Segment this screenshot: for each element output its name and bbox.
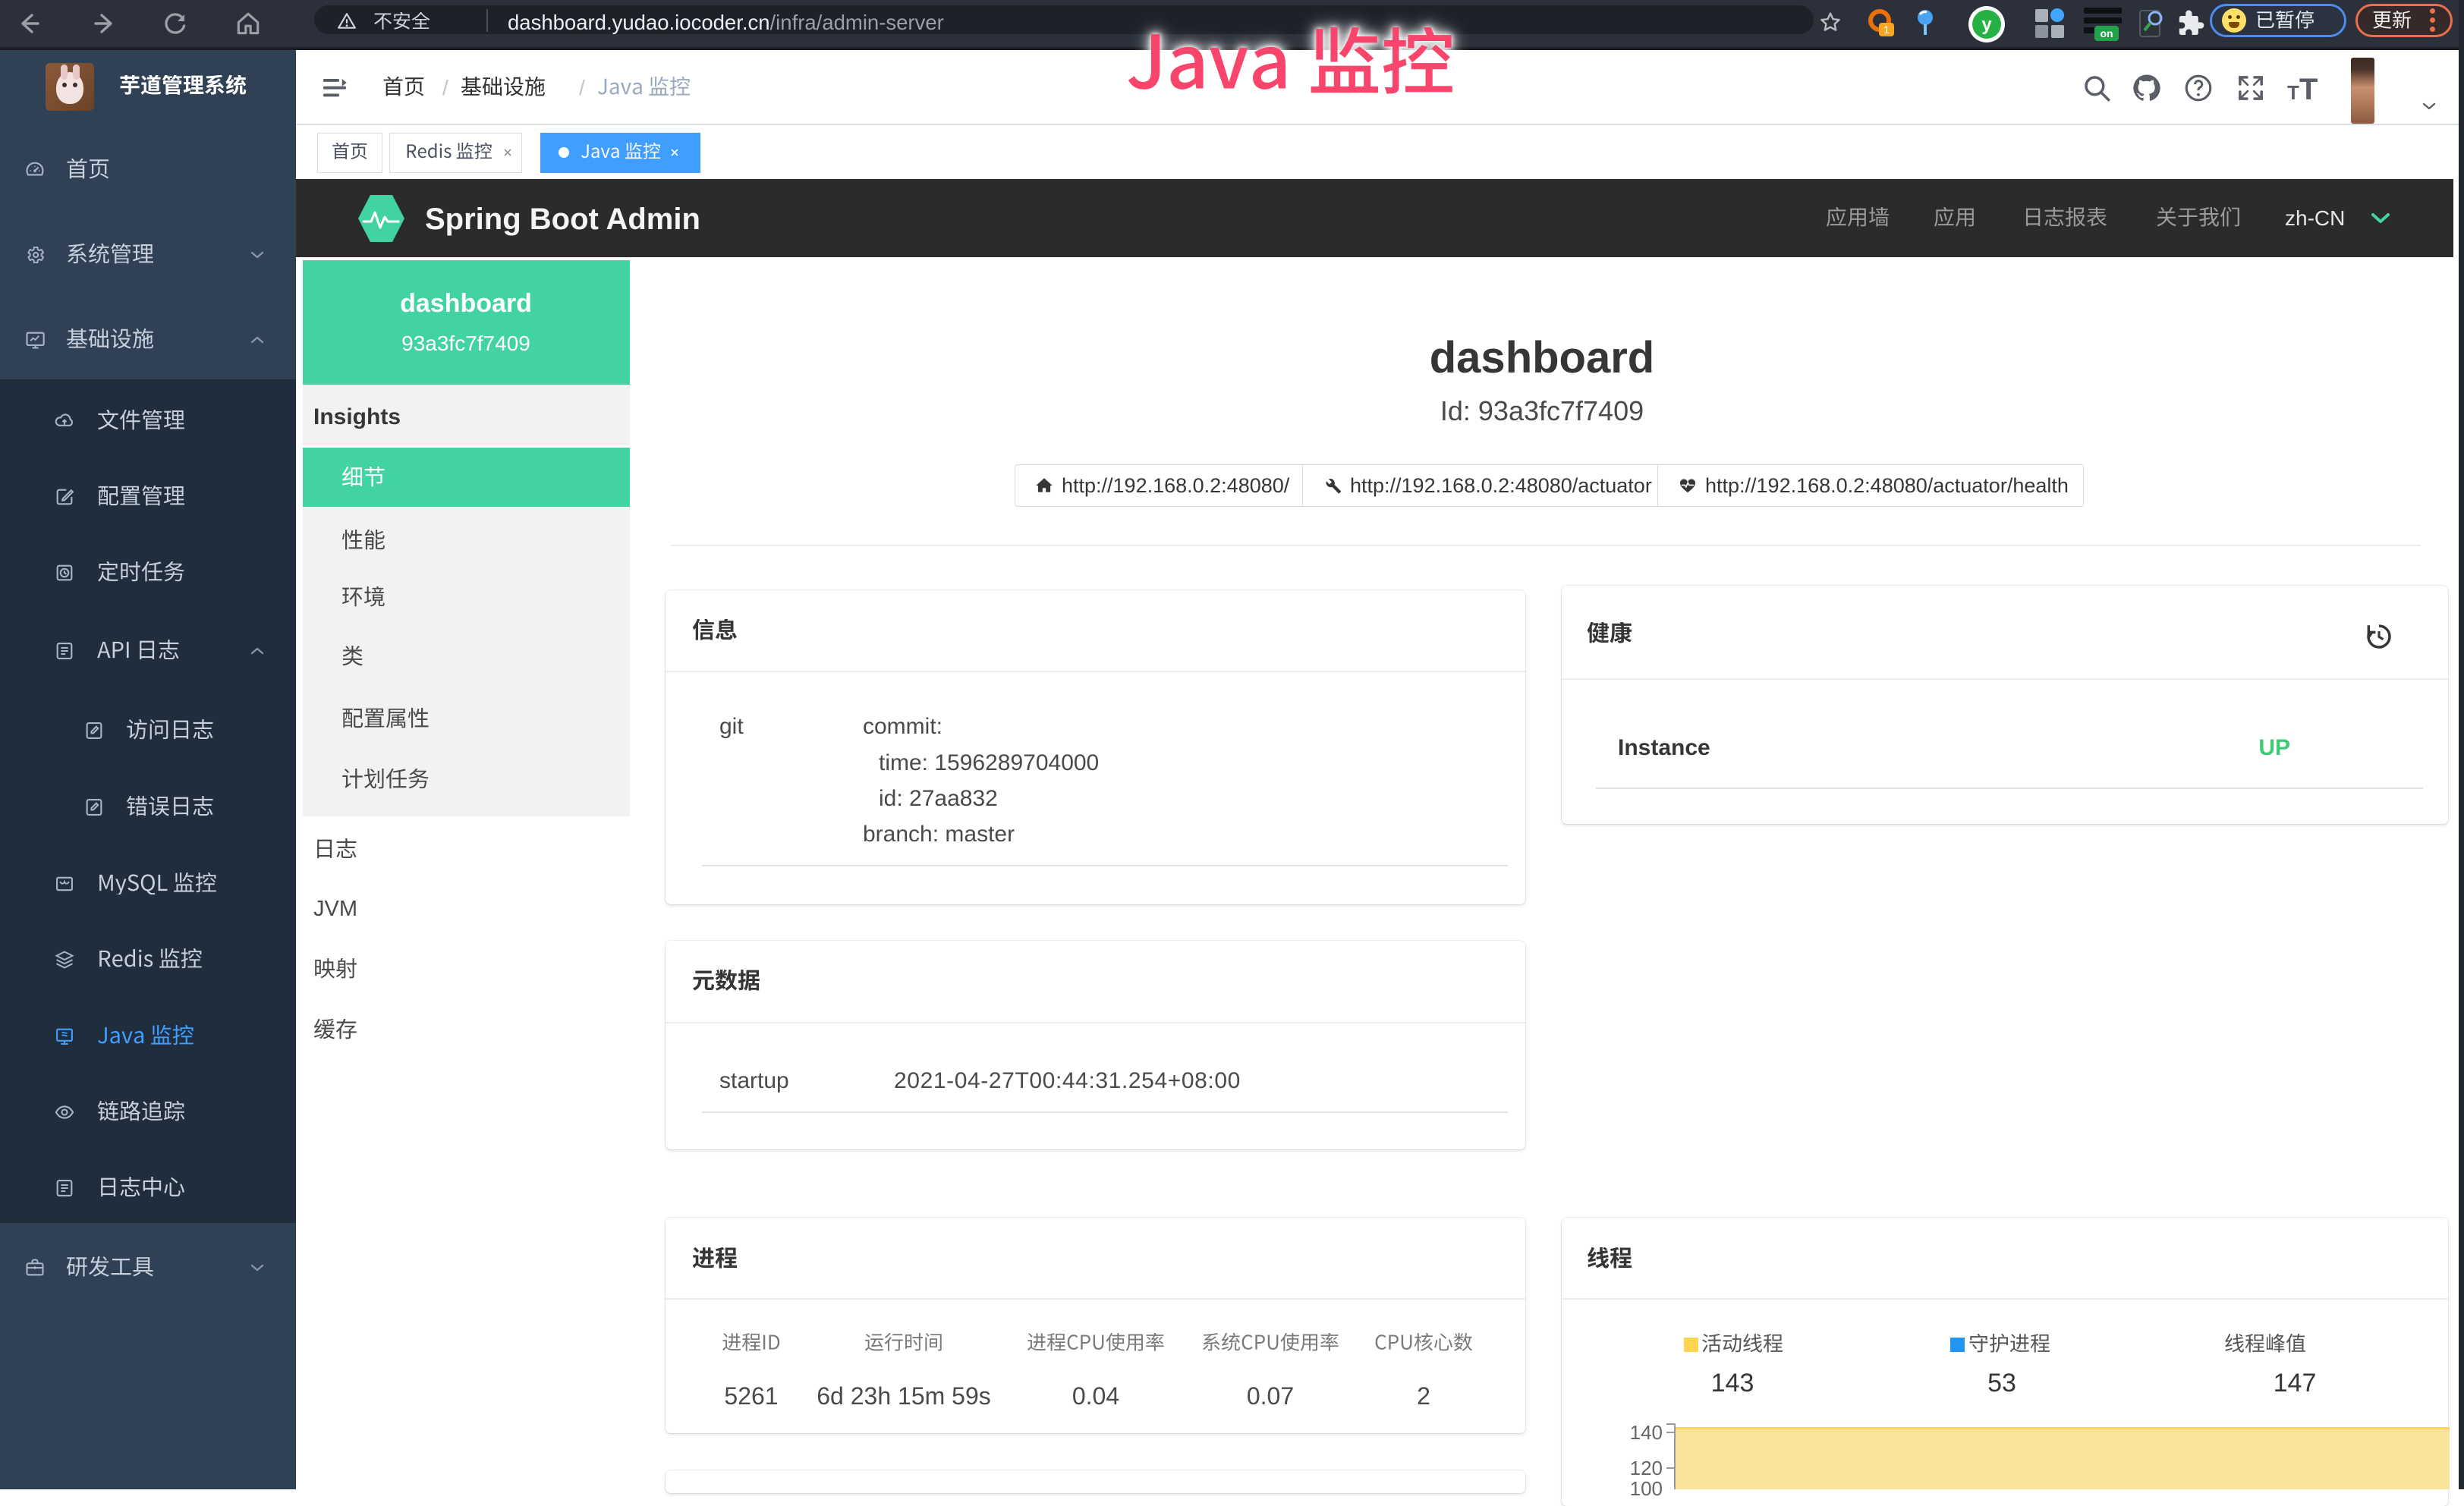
svg-text:y: y	[1981, 14, 1992, 35]
svg-text:on: on	[2100, 27, 2113, 39]
svg-text:1: 1	[1883, 24, 1890, 36]
